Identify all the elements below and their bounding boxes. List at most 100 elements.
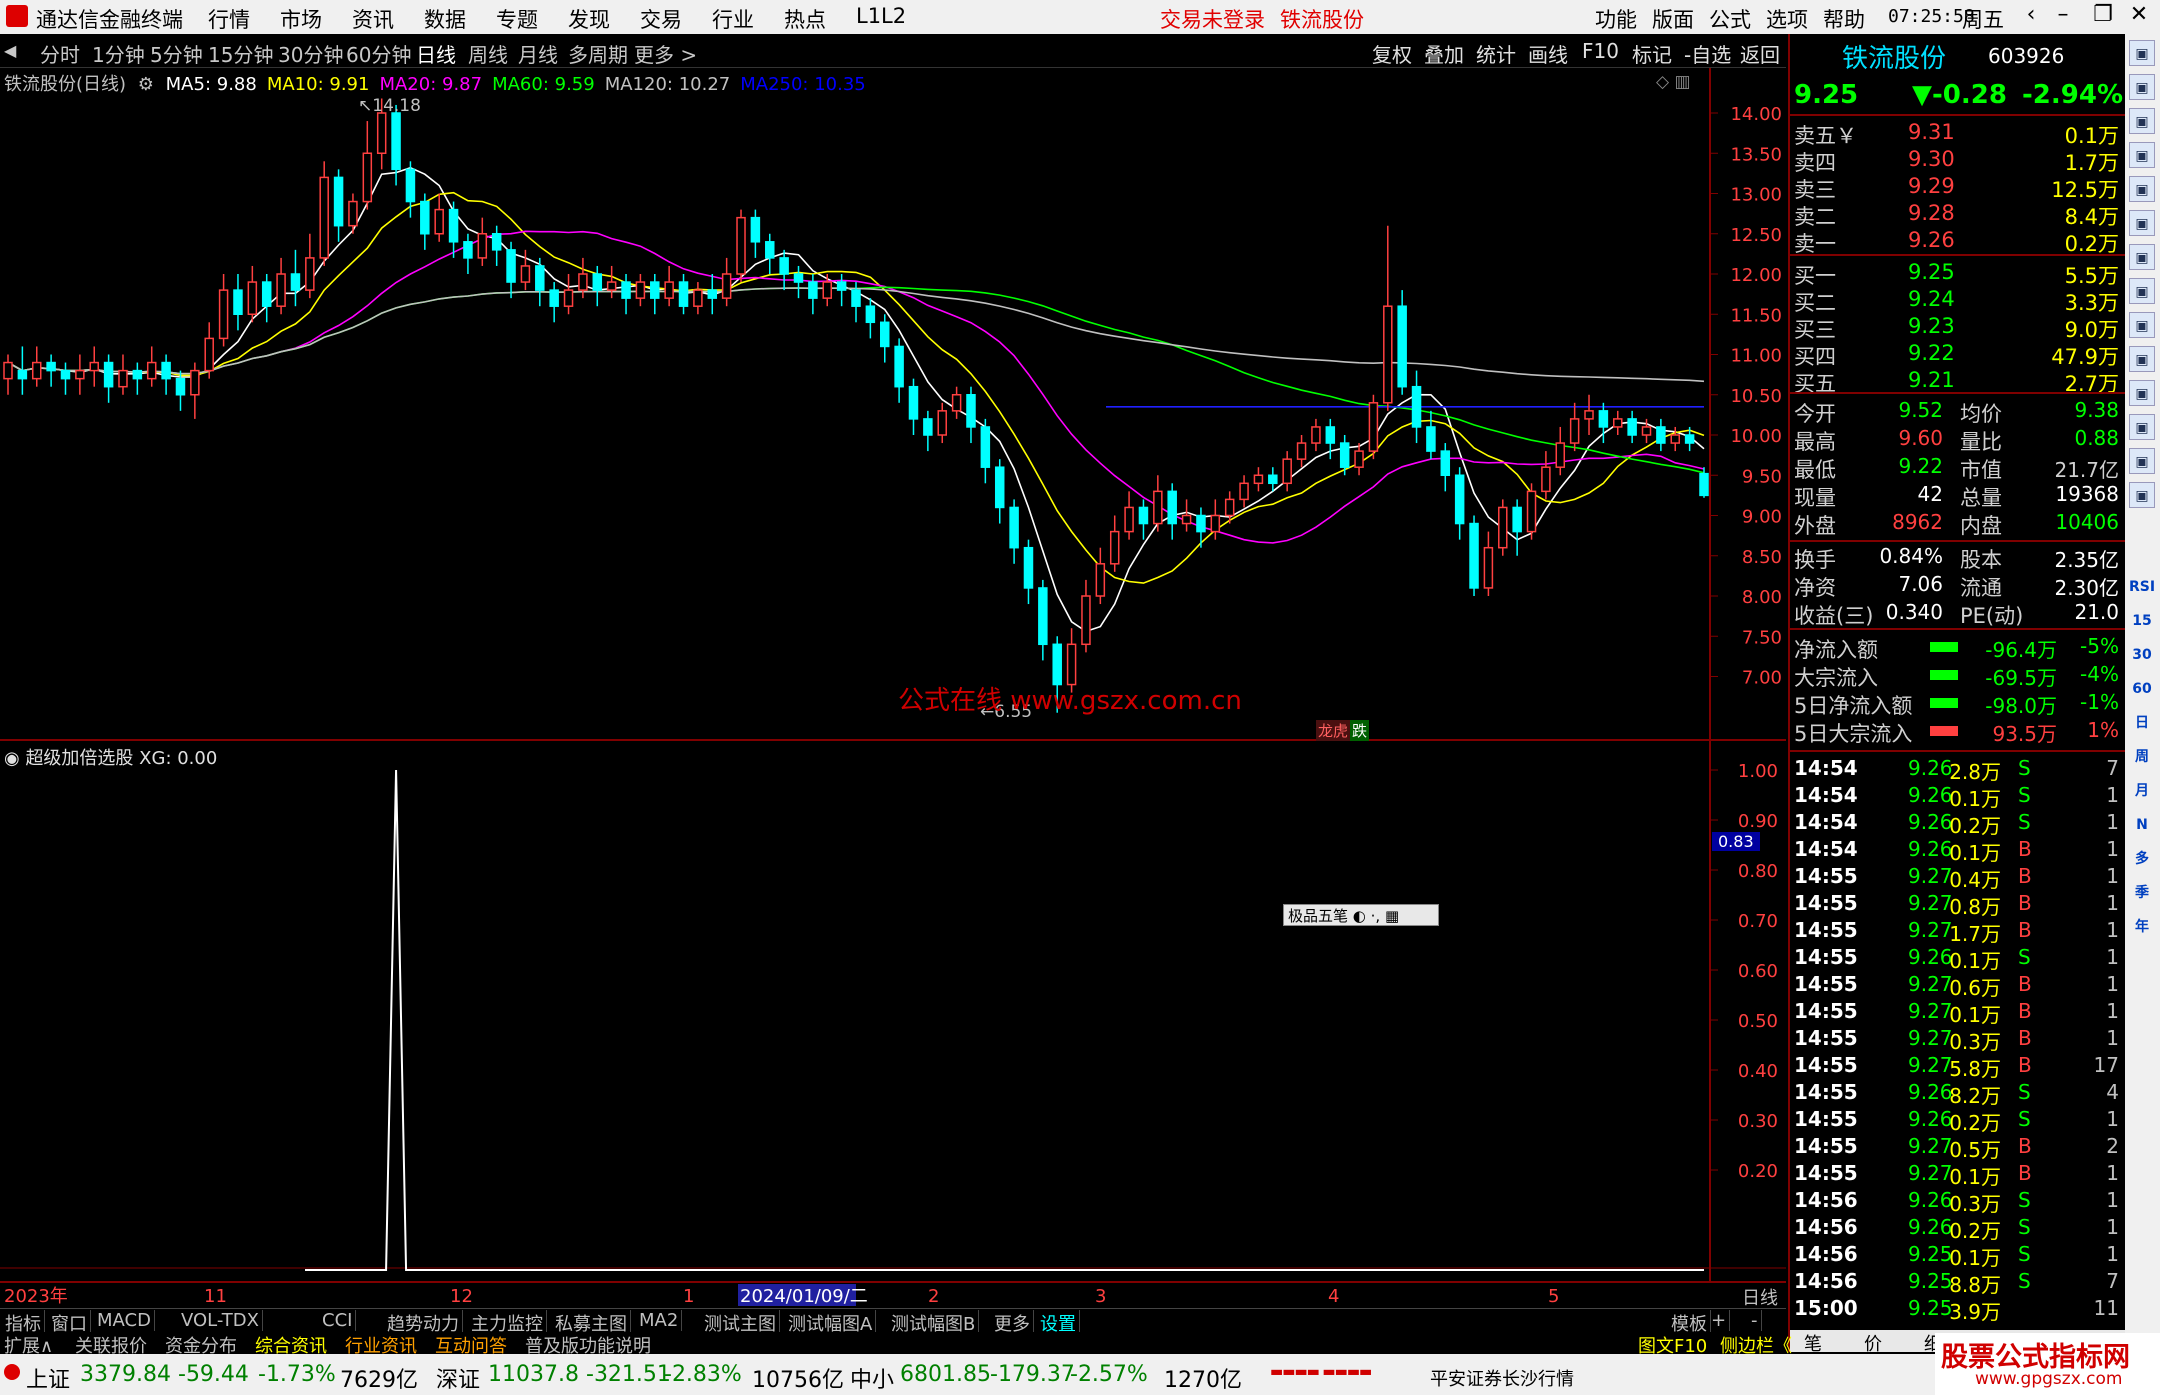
candle-body[interactable] [779,257,789,275]
menu-item-xuanxiang[interactable]: 选项 [1766,4,1808,34]
candle-body[interactable] [592,273,603,291]
candle-body[interactable] [1613,418,1623,428]
menu-item-zixun[interactable]: 资讯 [352,4,394,34]
candle-body[interactable] [1526,490,1537,533]
candle-body[interactable] [635,281,646,299]
candle-body[interactable] [1555,442,1566,468]
candle-body[interactable] [1569,418,1580,444]
sh-label[interactable]: 上证 [26,1362,70,1394]
sidebar-toggle[interactable]: 侧边栏《 [1720,1332,1792,1358]
candle-body[interactable] [1224,498,1235,517]
candle-body[interactable] [1541,466,1551,493]
candle-body[interactable] [678,281,689,307]
candle-body[interactable] [1498,506,1508,549]
sz-label[interactable]: 深证 [436,1362,480,1394]
candle-body[interactable] [1296,442,1307,460]
candle-body[interactable] [218,289,229,340]
menu-item-gongneng[interactable]: 功能 [1595,4,1637,34]
candle-body[interactable] [578,273,588,291]
login-notice[interactable]: 交易未登录 [1160,4,1265,34]
candle-body[interactable] [1598,410,1609,428]
candle-body[interactable] [1239,482,1249,501]
period-5min[interactable]: 5分钟 [150,39,203,68]
menu-item-hangqing[interactable]: 行情 [208,4,250,34]
candle-body[interactable] [664,281,674,299]
candle-body[interactable] [650,281,660,299]
candle-body[interactable] [707,289,718,299]
period-monthly[interactable]: 月线 [518,39,558,68]
candle-body[interactable] [1483,546,1494,589]
candle-body[interactable] [89,361,99,372]
candle-body[interactable] [204,337,214,372]
toolbar-fuquan[interactable]: 复权 [1372,39,1412,68]
candle-body[interactable] [808,281,818,299]
period-fenshi[interactable]: 分时 [40,39,80,68]
menu-item-shuju[interactable]: 数据 [424,4,466,34]
candle-body[interactable] [305,257,315,291]
menu-item-gongshi[interactable]: 公式 [1709,4,1751,34]
period-daily[interactable]: 日线 [416,39,456,68]
candle-body[interactable] [333,176,344,227]
candle-body[interactable] [448,208,459,243]
candle-body[interactable] [1095,563,1106,597]
menu-item-l1l2[interactable]: L1L2 [856,4,906,28]
info-icon[interactable]: ▣ [2129,448,2155,474]
period-weekly[interactable]: 周线 [468,39,508,68]
back-icon[interactable]: ‹ [2016,2,2046,27]
candle-body[interactable] [1311,426,1321,444]
candle-body[interactable] [966,394,976,428]
candle-body[interactable] [693,289,703,307]
candle-body[interactable] [103,361,114,388]
sidebar-label-4[interactable]: 日 [2129,710,2155,736]
f10-button[interactable]: 图文F10 [1638,1332,1707,1358]
period-30min[interactable]: 30分钟 [278,39,343,68]
money-icon[interactable]: ▣ [2129,380,2155,406]
tabs-right-1[interactable]: + [1708,1310,1731,1331]
candle-body[interactable] [118,369,128,388]
toolbar-f10[interactable]: F10 [1582,39,1619,63]
candle-body[interactable] [621,281,631,299]
chevron-up-icon[interactable]: ▣ [2129,40,2155,66]
candle-body[interactable] [1253,474,1264,485]
candle-body[interactable] [1512,506,1522,533]
candle-body[interactable] [319,176,329,259]
candle-body[interactable] [1023,546,1034,589]
candle-body[interactable] [1325,426,1336,444]
candle-body[interactable] [1167,490,1177,525]
period-1min[interactable]: 1分钟 [92,39,145,68]
menu-item-hangye[interactable]: 行业 [712,4,754,34]
arrow-down-icon[interactable]: ▣ [2129,108,2155,134]
candle-body[interactable] [290,273,301,291]
candle-body[interactable] [721,273,732,299]
candle-body[interactable] [1052,643,1062,686]
badge-longhu[interactable]: 龙虎 [1316,720,1351,741]
candle-body[interactable] [1656,426,1666,444]
candle-body[interactable] [1469,522,1479,589]
ime-toolbar[interactable]: 极品五笔 ◐ ·, ▦ [1283,904,1439,926]
candle-body[interactable] [405,168,416,203]
candle-body[interactable] [851,289,861,307]
candle-body[interactable] [836,281,847,291]
candle-body[interactable] [1268,474,1278,485]
zx-label[interactable]: 中小 [850,1362,894,1394]
candle-body[interactable] [520,265,531,283]
candle-body[interactable] [17,369,28,380]
candle-body[interactable] [1684,434,1695,444]
candle-body[interactable] [1383,305,1393,404]
candle-body[interactable] [908,385,919,420]
candle-body[interactable] [463,241,473,259]
indicator-toggle-icon[interactable]: ◉ [4,748,25,769]
candle-body[interactable] [506,249,516,283]
candle-body[interactable] [937,410,947,436]
indicator-tab-8[interactable]: MA2 [636,1310,683,1331]
candle-body[interactable] [736,216,746,275]
tabs-right-2[interactable]: - [1748,1310,1762,1331]
candle-body[interactable] [261,281,272,307]
candle-body[interactable] [1138,506,1149,525]
menu-item-shichang[interactable]: 市场 [280,4,322,34]
candle-body[interactable] [1153,490,1163,525]
candle-body[interactable] [1411,385,1422,428]
candle-body[interactable] [1181,514,1192,525]
toolbar-biaoji[interactable]: 标记 [1632,39,1672,68]
indicator-tab-4[interactable]: CCI [319,1310,357,1331]
